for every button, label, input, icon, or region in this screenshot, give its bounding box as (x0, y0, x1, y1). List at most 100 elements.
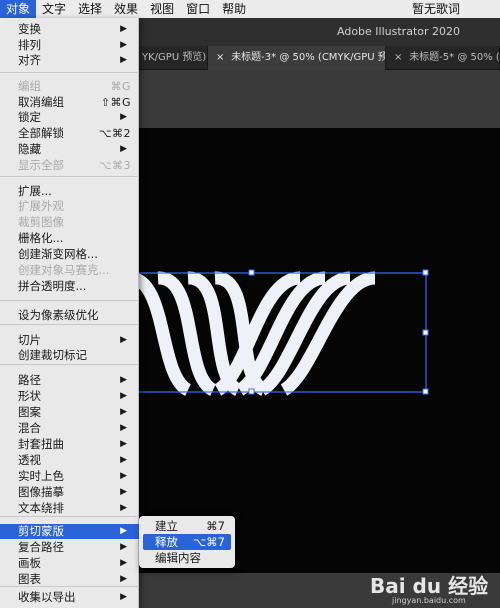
menu-item-shape[interactable]: 形状 ▶ (0, 389, 139, 404)
document-tab[interactable]: × 未标题-5* @ 50% (CMYK/GPU 预览) (386, 46, 500, 70)
submenu-arrow-icon: ▶ (120, 558, 127, 568)
menu-item-show-all: 显示全部 ⌥⌘3 (0, 158, 139, 173)
submenu-arrow-icon: ▶ (120, 439, 127, 449)
menu-item-lock[interactable]: 锁定 ▶ (0, 110, 139, 125)
menu-item-label: 隐藏 (18, 142, 41, 156)
menu-item-shortcut: ⇧⌘G (100, 96, 131, 109)
menu-separator (0, 72, 139, 73)
menu-item-clipping-mask[interactable]: 剪切蒙版 ▶ (0, 524, 139, 539)
menu-item-label: 封套扭曲 (18, 437, 64, 451)
menu-item-label: 扩展... (18, 184, 52, 198)
menu-item-pattern[interactable]: 图案 ▶ (0, 405, 139, 420)
menu-item-blend[interactable]: 混合 ▶ (0, 421, 139, 436)
menu-item-flatten-transparency[interactable]: 拼合透明度... (0, 279, 139, 294)
selection-handle (248, 388, 255, 395)
menu-item-label: 裁剪图像 (18, 215, 64, 229)
menu-item-label: 剪切蒙版 (18, 524, 64, 538)
menu-item-label: 变换 (18, 22, 41, 36)
menu-item-create-gradient-mesh[interactable]: 创建渐变网格... (0, 247, 139, 262)
menu-item-label: 全部解锁 (18, 126, 64, 140)
menu-item-create-trim-marks[interactable]: 创建裁切标记 (0, 348, 139, 363)
menu-separator (0, 324, 139, 325)
menu-item-label: 透视 (18, 453, 41, 467)
menu-item-image-trace[interactable]: 图像描摹 ▶ (0, 485, 139, 500)
menu-item-expand[interactable]: 扩展... (0, 184, 139, 199)
menu-item-compound-path[interactable]: 复合路径 ▶ (0, 540, 139, 555)
menu-item-slice[interactable]: 切片 ▶ (0, 333, 139, 348)
submenu-item-release[interactable]: 释放 ⌥⌘7 (143, 534, 231, 550)
submenu-arrow-icon: ▶ (120, 55, 127, 65)
menu-item-shortcut: ⌥⌘3 (98, 159, 131, 172)
submenu-arrow-icon: ▶ (120, 24, 127, 34)
menu-item-artboards[interactable]: 画板 ▶ (0, 556, 139, 571)
submenu-arrow-icon: ▶ (120, 526, 127, 536)
submenu-item-edit-contents[interactable]: 编辑内容 (143, 550, 231, 566)
submenu-arrow-icon: ▶ (120, 471, 127, 481)
menubar-item-help[interactable]: 帮助 (216, 0, 252, 18)
menubar-item-select[interactable]: 选择 (72, 0, 108, 18)
menu-item-label: 收集以导出 (18, 590, 76, 604)
close-icon[interactable]: × (216, 46, 228, 70)
menu-item-unlock-all[interactable]: 全部解锁 ⌥⌘2 (0, 126, 139, 141)
menu-item-text-wrap[interactable]: 文本绕排 ▶ (0, 501, 139, 516)
submenu-item-label: 释放 (155, 535, 178, 549)
menubar-item-view[interactable]: 视图 (144, 0, 180, 18)
menu-item-label: 对齐 (18, 53, 41, 67)
selection-handle (422, 329, 429, 336)
menu-item-transform[interactable]: 变换 ▶ (0, 22, 139, 37)
submenu-arrow-icon: ▶ (120, 455, 127, 465)
menu-item-label: 形状 (18, 389, 41, 403)
menu-item-graph[interactable]: 图表 ▶ (0, 572, 139, 587)
menu-item-label: 图像描摹 (18, 485, 64, 499)
menu-item-label: 图表 (18, 572, 41, 586)
menu-item-create-object-mosaic: 创建对象马赛克... (0, 263, 139, 278)
watermark-brand: Bai du 经验 (370, 574, 489, 598)
menu-item-path[interactable]: 路径 ▶ (0, 373, 139, 388)
document-tab[interactable]: YK/GPU 预览) (140, 46, 208, 70)
menu-item-perspective[interactable]: 透视 ▶ (0, 453, 139, 468)
watermark-url: jingyan.baidu.com (392, 596, 466, 605)
menu-item-expand-appearance: 扩展外观 (0, 199, 139, 214)
submenu-arrow-icon: ▶ (120, 542, 127, 552)
menu-item-hide[interactable]: 隐藏 ▶ (0, 142, 139, 157)
submenu-arrow-icon: ▶ (120, 423, 127, 433)
menu-item-label: 扩展外观 (18, 199, 64, 213)
menu-item-ungroup[interactable]: 取消编组 ⇧⌘G (0, 95, 139, 110)
submenu-item-make[interactable]: 建立 ⌘7 (143, 518, 231, 534)
submenu-arrow-icon: ▶ (120, 574, 127, 584)
submenu-arrow-icon: ▶ (120, 391, 127, 401)
selection-handle (248, 269, 255, 276)
submenu-arrow-icon: ▶ (120, 335, 127, 345)
menu-item-envelope-distort[interactable]: 封套扭曲 ▶ (0, 437, 139, 452)
menu-separator (0, 176, 139, 177)
menubar-item-window[interactable]: 窗口 (180, 0, 216, 18)
menubar-item-object[interactable]: 对象 (0, 0, 37, 18)
clipping-mask-submenu: 建立 ⌘7 释放 ⌥⌘7 编辑内容 (139, 516, 235, 568)
menu-item-group: 编组 ⌘G (0, 79, 139, 94)
app-title: Adobe Illustrator 2020 (337, 25, 460, 38)
menu-item-label: 图案 (18, 405, 41, 419)
menubar-item-type[interactable]: 文字 (36, 0, 72, 18)
document-tab-active[interactable]: × 未标题-3* @ 50% (CMYK/GPU 预览) (208, 46, 386, 70)
close-icon[interactable]: × (394, 46, 406, 70)
tab-label: 未标题-3* @ 50% (CMYK/GPU 预览) (231, 52, 386, 63)
menu-item-label: 画板 (18, 556, 41, 570)
menu-item-rasterize[interactable]: 栅格化... (0, 231, 139, 246)
menu-item-live-paint[interactable]: 实时上色 ▶ (0, 469, 139, 484)
menu-item-align[interactable]: 对齐 ▶ (0, 53, 139, 68)
menu-item-make-pixel-perfect[interactable]: 设为像素级优化 (0, 308, 139, 323)
menu-item-label: 创建渐变网格... (18, 247, 98, 261)
menubar-lyrics-status[interactable]: 暂无歌词 (412, 0, 460, 18)
menu-item-label: 复合路径 (18, 540, 64, 554)
menubar-item-effect[interactable]: 效果 (108, 0, 144, 18)
menu-item-arrange[interactable]: 排列 ▶ (0, 38, 139, 53)
submenu-arrow-icon: ▶ (120, 144, 127, 154)
submenu-arrow-icon: ▶ (120, 487, 127, 497)
menu-item-label: 取消编组 (18, 95, 64, 109)
menu-item-shortcut: ⌥⌘2 (98, 127, 131, 140)
menu-item-shortcut: ⌘G (110, 80, 131, 93)
menu-item-collect-for-export[interactable]: 收集以导出 ▶ (0, 590, 139, 605)
object-menu-dropdown: 变换 ▶ 排列 ▶ 对齐 ▶ 编组 ⌘G 取消编组 ⇧⌘G 锁定 ▶ 全部解锁 ⌥⌘2 隐藏 ▶ 显示全部 ⌥⌘3… (0, 18, 139, 608)
menu-item-label: 实时上色 (18, 469, 64, 483)
menu-item-label: 混合 (18, 421, 41, 435)
